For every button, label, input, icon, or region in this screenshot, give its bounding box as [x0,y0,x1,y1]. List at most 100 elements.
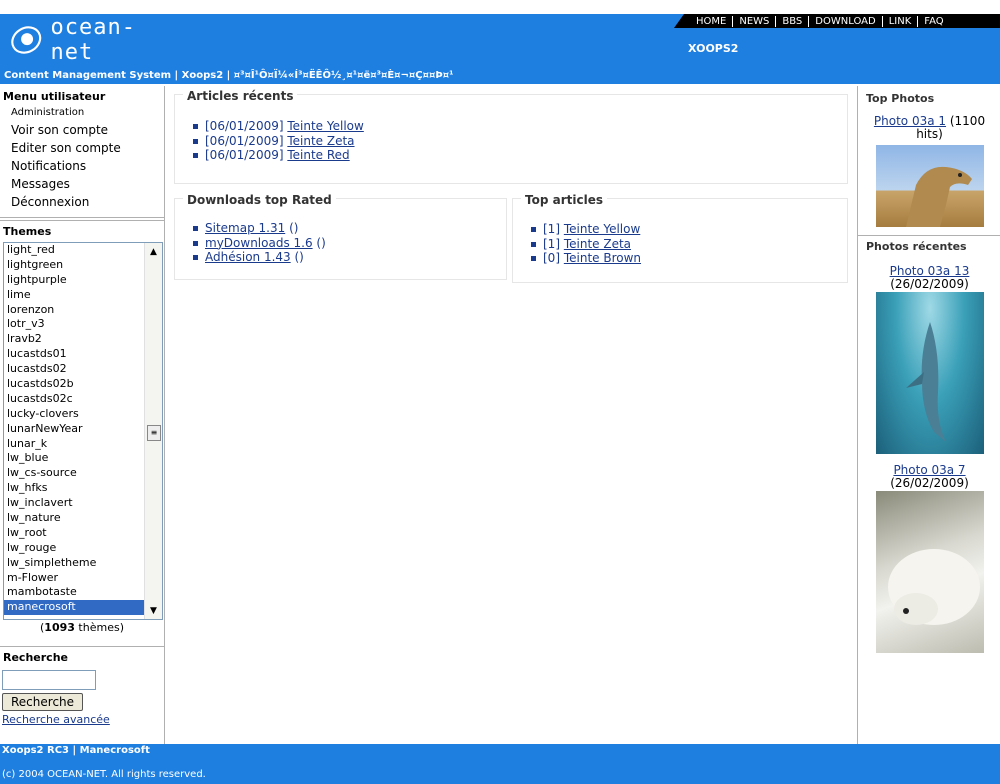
theme-count-number: 1093 [44,621,75,634]
theme-option[interactable]: lunar_k [4,437,162,452]
download-count: () [316,235,326,250]
theme-option[interactable]: lw_cs-source [4,466,162,481]
article-link[interactable]: Teinte Yellow [287,119,363,133]
theme-option[interactable]: lucastds01 [4,347,162,362]
top-articles-title: Top articles [521,193,607,207]
theme-option[interactable]: lorenzon [4,303,162,318]
theme-option[interactable]: lw_nature [4,511,162,526]
article-link[interactable]: Teinte Zeta [564,237,631,251]
nav-news[interactable]: NEWS [732,15,775,27]
photo-link[interactable]: Photo 03a 7 [893,463,965,477]
download-link[interactable]: myDownloads 1.6 [205,236,313,250]
recent-articles-list: [06/01/2009] Teinte Yellow [06/01/2009] … [193,119,364,163]
downloads-block: Downloads top Rated Sitemap 1.31 () myDo… [174,193,507,280]
user-menu-title: Menu utilisateur [3,90,106,103]
theme-option[interactable]: lw_inclavert [4,496,162,511]
site-logo[interactable]: ocean-net [10,15,160,65]
photo-link[interactable]: Photo 03a 13 [890,264,970,278]
dolphin-photo[interactable] [875,292,984,454]
theme-option[interactable]: lucky-clovers [4,407,162,422]
nav-download[interactable]: DOWNLOAD [808,15,881,27]
menu-item-notifications[interactable]: Notifications [0,157,164,175]
theme-option[interactable]: lotr_v3 [4,317,162,332]
theme-option[interactable]: lightgreen [4,258,162,273]
dolphin-image [905,322,946,442]
themes-title: Themes [3,225,52,238]
list-item: Adhésion 1.43 () [193,250,326,265]
downloads-title: Downloads top Rated [183,193,336,207]
camel-photo[interactable] [875,145,984,227]
theme-option[interactable]: lw_root [4,526,162,541]
right-sidebar: Top Photos Photo 03a 1 (1100 hits) Photo… [857,86,1000,744]
menu-item-logout[interactable]: Déconnexion [0,193,164,211]
download-link[interactable]: Sitemap 1.31 [205,221,285,235]
search-input[interactable] [2,670,96,690]
list-item: [0] Teinte Brown [531,251,641,266]
recent-photos-block: Photos récentes Photo 03a 13 (26/02/2009)… [858,236,1000,653]
article-date: [06/01/2009] [205,148,284,162]
scroll-up-arrow-icon[interactable]: ▲ [145,243,162,260]
advanced-search-link[interactable]: Recherche avancée [2,713,162,726]
search-button[interactable]: Recherche [2,693,84,711]
theme-option[interactable]: lw_rouge [4,541,162,556]
theme-option[interactable]: lightpurple [4,273,162,288]
article-count: [1] [543,222,560,236]
download-link[interactable]: Adhésion 1.43 [205,250,291,264]
themes-block: Themes light_red lightgreen lightpurple lim… [0,220,164,634]
nav-bbs[interactable]: BBS [775,15,808,27]
polar-bear-photo[interactable] [875,491,984,653]
user-menu-block: Menu utilisateur Administration Voir son… [0,86,164,218]
search-title: Recherche [3,651,68,664]
article-link[interactable]: Teinte Brown [564,251,641,265]
theme-option[interactable]: lime [4,288,162,303]
menu-item-view-account[interactable]: Voir son compte [0,121,164,139]
top-photos-block: Top Photos Photo 03a 1 (1100 hits) [858,86,1000,236]
footer-credits: Xoops2 RC3 | Manecrosoft [2,745,150,756]
photo-date: (26/02/2009) [890,277,969,291]
top-articles-list: [1] Teinte Yellow [1] Teinte Zeta [0] Te… [531,222,641,266]
scroll-thumb[interactable]: ≡ [147,425,161,441]
theme-option[interactable]: light_red [4,243,162,258]
list-item: myDownloads 1.6 () [193,236,326,251]
recent-articles-block: Articles récents [06/01/2009] Teinte Yel… [174,89,848,184]
recent-articles-title: Articles récents [183,89,298,103]
theme-select-list[interactable]: light_red lightgreen lightpurple lime lorenz… [3,242,163,620]
article-link[interactable]: Teinte Yellow [564,222,640,236]
photo-date: (26/02/2009) [890,476,969,490]
scroll-down-arrow-icon[interactable]: ▼ [145,602,162,619]
photo-caption: Photo 03a 13 (26/02/2009) [858,265,1000,291]
menu-item-administration[interactable]: Administration [0,105,164,121]
top-articles-block: Top articles [1] Teinte Yellow [1] Teint… [512,193,848,283]
theme-option[interactable]: lucastds02c [4,392,162,407]
photo-link[interactable]: Photo 03a 1 [874,114,946,128]
list-item: [06/01/2009] Teinte Red [193,148,364,163]
menu-item-edit-account[interactable]: Editer son compte [0,139,164,157]
nav-link[interactable]: LINK [881,15,918,27]
theme-option[interactable]: lucastds02 [4,362,162,377]
list-item: [06/01/2009] Teinte Yellow [193,119,364,134]
download-count: () [294,250,304,264]
theme-count-suffix: thèmes [78,621,120,634]
theme-option[interactable]: lucastds02b [4,377,162,392]
list-item: [1] Teinte Zeta [531,237,641,252]
theme-list-scrollbar[interactable]: ▲ ≡ ▼ [144,243,162,619]
menu-item-messages[interactable]: Messages [0,175,164,193]
theme-option[interactable]: lravb2 [4,332,162,347]
photo-caption: Photo 03a 7 (26/02/2009) [858,464,1000,490]
theme-items: light_red lightgreen lightpurple lime lorenz… [4,243,162,616]
theme-option[interactable]: lw_blue [4,451,162,466]
nav-home[interactable]: HOME [690,16,732,27]
theme-option[interactable]: m-Flower [4,571,162,586]
article-count: [0] [543,251,560,265]
theme-option[interactable]: mambotaste [4,585,162,600]
polar-bear-image [887,549,980,625]
theme-option[interactable]: manecrosoft [4,600,162,616]
theme-option[interactable]: lunarNewYear [4,422,162,437]
theme-option[interactable]: lw_hfks [4,481,162,496]
list-item: [1] Teinte Yellow [531,222,641,237]
nav-faq[interactable]: FAQ [917,15,949,27]
article-link[interactable]: Teinte Red [287,148,349,162]
theme-option[interactable]: lw_simpletheme [4,556,162,571]
article-link[interactable]: Teinte Zeta [287,134,354,148]
camel-image [905,166,972,227]
